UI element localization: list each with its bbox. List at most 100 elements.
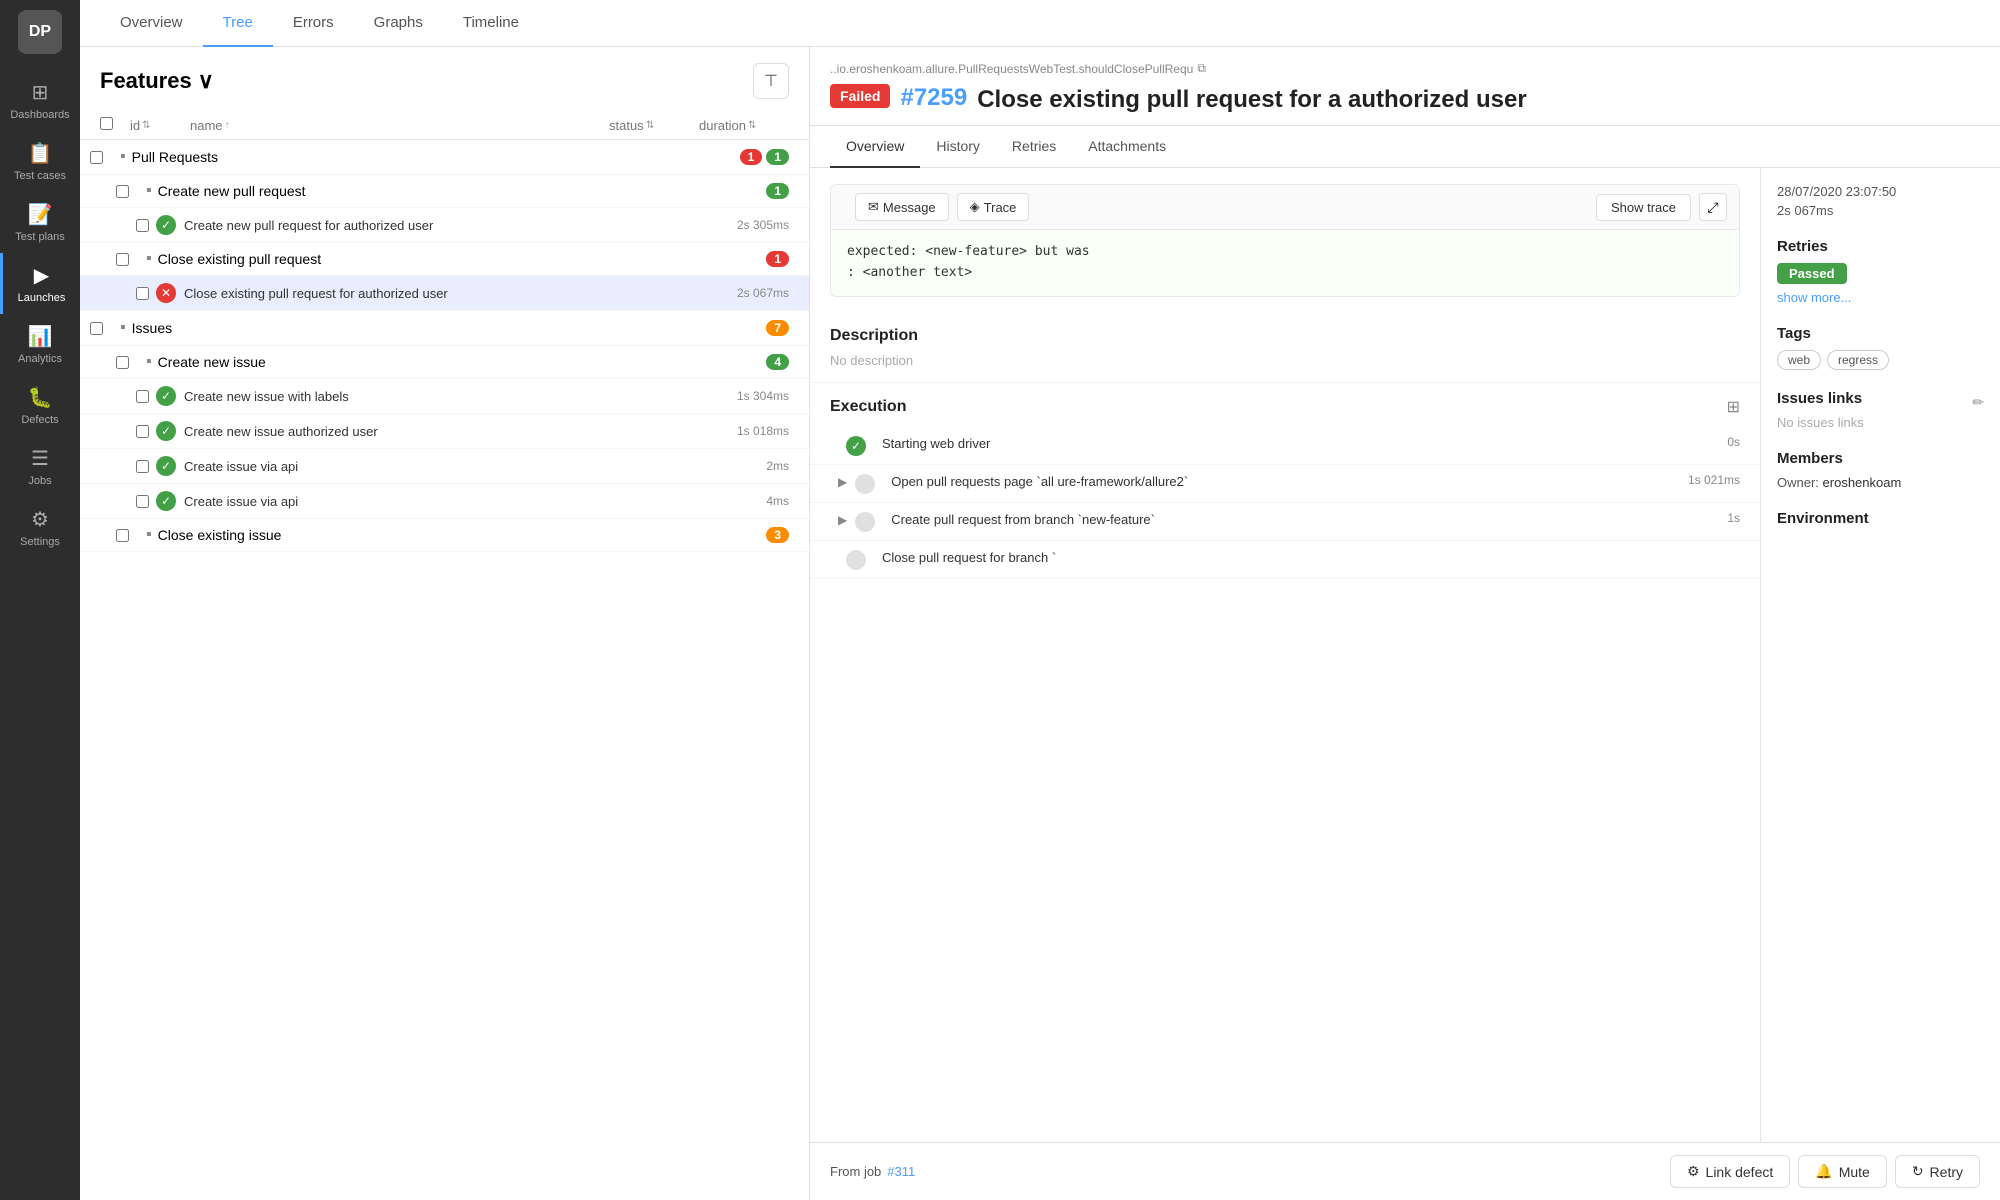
- sidebar-item-test-plans[interactable]: 📝 Test plans: [0, 192, 80, 253]
- top-nav: Overview Tree Errors Graphs Timeline: [80, 0, 2000, 47]
- tab-overview[interactable]: Overview: [100, 0, 203, 47]
- sidebar-item-jobs[interactable]: ☰ Jobs: [0, 436, 80, 497]
- tab-tree[interactable]: Tree: [203, 0, 273, 47]
- sidebar-item-dashboards[interactable]: ⊞ Dashboards: [0, 70, 80, 131]
- checkbox-create-pr[interactable]: [116, 185, 129, 198]
- checkbox-issue-api1[interactable]: [136, 460, 149, 473]
- checkbox-issue-api2[interactable]: [136, 495, 149, 508]
- step-1[interactable]: ✓ Starting web driver 0s: [810, 427, 1760, 465]
- checkbox-issues[interactable]: [90, 322, 103, 335]
- checkbox-pull-requests[interactable]: [90, 151, 103, 164]
- retry-button[interactable]: ↻ Retry: [1895, 1155, 1980, 1188]
- step-3[interactable]: ▶ Create pull request from branch `new-f…: [810, 503, 1760, 541]
- checkbox-close-pr[interactable]: [116, 253, 129, 266]
- status-pass-icon: ✓: [156, 421, 176, 441]
- detail-test-id: #7259: [900, 84, 967, 112]
- sort-duration-icon: ⇅: [748, 120, 756, 131]
- detail-tab-history[interactable]: History: [920, 126, 996, 168]
- test-row-issue-api1[interactable]: ✓ Create issue via api 2ms: [80, 449, 809, 484]
- step-4[interactable]: Close pull request for branch `: [810, 541, 1760, 579]
- left-panel: Features ∨ ⊤ id ⇅ name ↑ status ⇅: [80, 47, 810, 1200]
- group-issues[interactable]: ▪ Issues 7: [80, 311, 809, 346]
- detail-tab-overview[interactable]: Overview: [830, 126, 920, 168]
- filter-button[interactable]: ⊤: [753, 63, 789, 99]
- test-row-create-pr-auth[interactable]: ✓ Create new pull request for authorized…: [80, 208, 809, 243]
- child-group-create-pr[interactable]: ▪ Create new pull request 1: [80, 175, 809, 208]
- copy-icon[interactable]: ⧉: [1197, 61, 1206, 76]
- child-group-create-issue[interactable]: ▪ Create new issue 4: [80, 346, 809, 379]
- show-more-link[interactable]: show more...: [1777, 290, 1984, 305]
- tab-timeline[interactable]: Timeline: [443, 0, 539, 47]
- sidebar-item-analytics[interactable]: 📊 Analytics: [0, 314, 80, 375]
- execution-header: Execution ⊞: [810, 383, 1760, 427]
- test-duration-issue-auth: 1s 018ms: [709, 424, 789, 438]
- select-all-checkbox[interactable]: [100, 117, 113, 130]
- chevron-right-icon[interactable]: ▶: [838, 511, 847, 527]
- group-name-create-pr: Create new pull request: [158, 183, 767, 199]
- child-group-close-issue[interactable]: ▪ Close existing issue 3: [80, 519, 809, 552]
- checkbox-test-close-pr-auth[interactable]: [136, 287, 149, 300]
- sidebar-label-dashboards: Dashboards: [10, 109, 69, 121]
- test-row-issue-labels[interactable]: ✓ Create new issue with labels 1s 304ms: [80, 379, 809, 414]
- detail-body: ✉ Message ◈ Trace Show trace ⤢: [810, 168, 2000, 1142]
- checkbox-close-issue[interactable]: [116, 529, 129, 542]
- grid-icon[interactable]: ⊞: [1727, 397, 1740, 417]
- badge-passed-pull-requests: 1: [766, 149, 789, 165]
- step-2[interactable]: ▶ Open pull requests page `all ure-frame…: [810, 465, 1760, 503]
- checkbox-issue-labels[interactable]: [136, 390, 149, 403]
- sidebar-item-settings[interactable]: ⚙ Settings: [0, 497, 80, 558]
- launches-icon: ▶: [34, 263, 49, 288]
- test-duration-issue-api1: 2ms: [709, 459, 789, 473]
- test-row-issue-auth[interactable]: ✓ Create new issue authorized user 1s 01…: [80, 414, 809, 449]
- detail-tab-retries[interactable]: Retries: [996, 126, 1072, 168]
- child-group-close-pr[interactable]: ▪ Close existing pull request 1: [80, 243, 809, 276]
- sidebar-duration: 2s 067ms: [1777, 203, 1984, 218]
- execution-title: Execution: [830, 398, 906, 416]
- chevron-right-icon[interactable]: ▶: [838, 473, 847, 489]
- checkbox-test-create-pr-auth[interactable]: [136, 219, 149, 232]
- job-link[interactable]: #311: [887, 1164, 915, 1179]
- detail-title-row: Failed #7259 Close existing pull request…: [830, 84, 1980, 115]
- checkbox-issue-auth[interactable]: [136, 425, 149, 438]
- description-title: Description: [830, 327, 1740, 345]
- members-section: Members Owner: eroshenkoam: [1777, 450, 1984, 490]
- message-text: expected: <new-feature> but was : <anoth…: [847, 242, 1090, 284]
- app-logo: DP: [18, 10, 62, 54]
- from-job-section: From job #311: [830, 1164, 915, 1179]
- test-row-close-pr-auth[interactable]: ✕ Close existing pull request for author…: [80, 276, 809, 311]
- test-row-issue-api2[interactable]: ✓ Create issue via api 4ms: [80, 484, 809, 519]
- trace-button[interactable]: ◈ Trace: [957, 193, 1030, 221]
- retries-badge: Passed: [1777, 263, 1847, 284]
- sidebar-item-test-cases[interactable]: 📋 Test cases: [0, 131, 80, 192]
- sidebar-item-defects[interactable]: 🐛 Defects: [0, 375, 80, 436]
- edit-icon[interactable]: ✏: [1972, 394, 1984, 411]
- status-pass-icon: ✓: [156, 491, 176, 511]
- sidebar: DP ⊞ Dashboards 📋 Test cases 📝 Test plan…: [0, 0, 80, 1200]
- message-section: ✉ Message ◈ Trace Show trace ⤢: [830, 184, 1740, 297]
- features-title[interactable]: Features ∨: [100, 68, 214, 94]
- sidebar-label-analytics: Analytics: [18, 353, 62, 365]
- issues-links-header: Issues links ✏: [1777, 390, 1984, 415]
- test-name-issue-api2: Create issue via api: [184, 494, 709, 509]
- right-panel: ..io.eroshenkoam.allure.PullRequestsWebT…: [810, 47, 2000, 1200]
- test-name-close-pr-auth: Close existing pull request for authoriz…: [184, 286, 709, 301]
- folder-icon: ▪: [146, 182, 152, 200]
- test-duration-create-pr-auth: 2s 305ms: [709, 218, 789, 232]
- message-button[interactable]: ✉ Message: [855, 193, 949, 221]
- mute-button[interactable]: 🔔 Mute: [1798, 1155, 1887, 1188]
- group-pull-requests[interactable]: ▪ Pull Requests 1 1: [80, 140, 809, 175]
- sidebar-timestamp: 28/07/2020 23:07:50: [1777, 184, 1984, 199]
- checkbox-create-issue[interactable]: [116, 356, 129, 369]
- sort-id-icon: ⇅: [142, 120, 150, 131]
- execution-section: Execution ⊞ ✓ Starting web driver 0s ▶: [810, 383, 1760, 579]
- message-content: expected: <new-feature> but was : <anoth…: [831, 230, 1739, 296]
- expand-button[interactable]: ⤢: [1699, 193, 1727, 221]
- sidebar-label-test-cases: Test cases: [14, 170, 66, 182]
- tab-errors[interactable]: Errors: [273, 0, 354, 47]
- tab-graphs[interactable]: Graphs: [354, 0, 443, 47]
- show-trace-button[interactable]: Show trace: [1596, 194, 1691, 221]
- sidebar-item-launches[interactable]: ▶ Launches: [0, 253, 80, 314]
- detail-tab-attachments[interactable]: Attachments: [1072, 126, 1182, 168]
- folder-icon: ▪: [146, 526, 152, 544]
- link-defect-button[interactable]: ⚙ Link defect: [1670, 1155, 1790, 1188]
